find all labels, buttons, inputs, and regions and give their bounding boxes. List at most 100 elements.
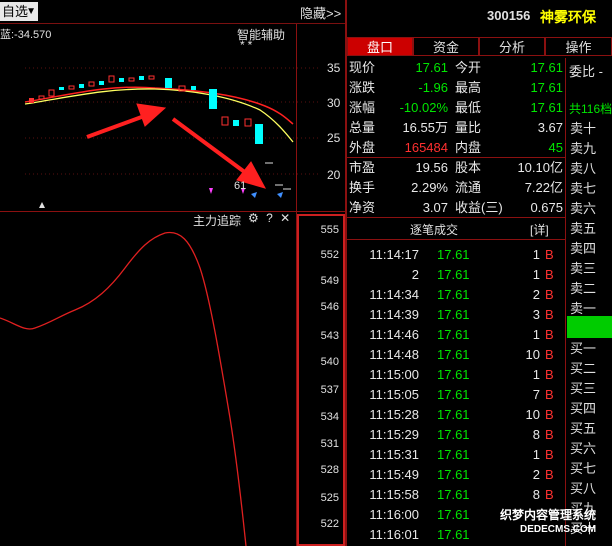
quote-label: 最低 xyxy=(455,100,482,115)
trade-row: 11:15:31 17.61 1 B xyxy=(347,445,565,465)
quote-value: 2.29% xyxy=(411,180,448,195)
marker xyxy=(39,202,45,208)
order-book-level[interactable]: 卖一 xyxy=(570,299,612,319)
sub-scale-label: 540 xyxy=(320,356,339,368)
trade-volume: 7 xyxy=(532,387,540,402)
trade-row: 11:14:17 17.61 1 B xyxy=(347,245,565,265)
trade-side: B xyxy=(545,327,554,342)
quote-label: 今开 xyxy=(455,60,482,75)
price-scale-label: 25 xyxy=(327,131,341,145)
gear-icon[interactable]: ⚙ xyxy=(248,211,259,225)
trade-volume: 8 xyxy=(532,487,540,502)
candle xyxy=(59,87,64,90)
trade-volume: 3 xyxy=(532,307,540,322)
candle xyxy=(221,116,229,126)
trade-price: 17.61 xyxy=(437,307,470,322)
order-book-level[interactable]: 买二 xyxy=(570,359,612,379)
order-book-level[interactable]: 买五 xyxy=(570,419,612,439)
order-book-level[interactable]: 卖七 xyxy=(570,179,612,199)
order-book-level[interactable]: 买八 xyxy=(570,479,612,499)
sub-scale-label: 537 xyxy=(320,384,339,396)
quote-row: 换手 2.29% 流通 7.22亿 xyxy=(349,178,563,198)
trade-row: 11:15:05 17.61 7 B xyxy=(347,385,565,405)
order-book-level[interactable] xyxy=(570,319,612,339)
trade-side: B xyxy=(545,487,554,502)
trade-row: 11:14:34 17.61 2 B xyxy=(347,285,565,305)
trades-detail-button[interactable]: [详] xyxy=(530,221,549,238)
candle xyxy=(79,84,84,88)
order-book-level[interactable]: 买七 xyxy=(570,459,612,479)
hide-button[interactable]: 隐藏>> xyxy=(300,3,341,22)
divider xyxy=(347,239,565,240)
marker xyxy=(277,192,283,198)
trade-time: 11:15:28 xyxy=(369,407,419,422)
tab-analysis[interactable]: 分析 xyxy=(479,37,545,56)
watermark-text: 织梦内容管理系统 xyxy=(500,508,597,522)
trade-price: 17.61 xyxy=(437,467,470,482)
trade-side: B xyxy=(545,367,554,382)
candle xyxy=(119,78,124,82)
panel-tabs: 盘口 资金 分析 操作 xyxy=(347,37,612,56)
quote-label: 市盈 xyxy=(349,160,376,175)
divider xyxy=(0,211,346,212)
sub-scale-label: 555 xyxy=(320,224,339,236)
sub-scale-label: 546 xyxy=(320,301,339,313)
sub-scale-label: 549 xyxy=(320,275,339,287)
quote-value: 17.61 xyxy=(530,80,563,95)
quote-label: 量比 xyxy=(455,120,482,135)
sub-panel-controls: ⚙ ? ✕ xyxy=(248,211,290,225)
order-book-level[interactable]: 卖四 xyxy=(570,239,612,259)
main-force-tracking-chart[interactable] xyxy=(0,228,296,546)
quote-row: 外盘 165484 内盘 45 xyxy=(349,138,563,158)
trade-time: 2 xyxy=(411,267,419,282)
quote-label: 现价 xyxy=(349,60,376,75)
annotation-arrows xyxy=(86,103,267,189)
trade-price: 17.61 xyxy=(437,447,470,462)
trade-time: 11:14:34 xyxy=(369,287,419,302)
order-book-level[interactable]: 卖二 xyxy=(570,279,612,299)
tab-handicap[interactable]: 盘口 xyxy=(347,37,413,56)
candle xyxy=(233,120,239,126)
trade-row: 11:15:28 17.61 10 B xyxy=(347,405,565,425)
candlestick-chart[interactable] xyxy=(0,24,346,210)
tab-operation[interactable]: 操作 xyxy=(545,37,612,56)
quote-row: 涨幅 -10.02% 最低 17.61 xyxy=(349,98,563,118)
quote-value: 3.67 xyxy=(537,120,563,135)
trade-row: 11:15:58 17.61 8 B xyxy=(347,485,565,505)
order-book-level[interactable]: 买一 xyxy=(570,339,612,359)
quote-value: 45 xyxy=(548,140,563,155)
quote-row: 总量 16.55万 量比 3.67 xyxy=(349,118,563,138)
order-book-level[interactable]: 卖五 xyxy=(570,219,612,239)
trade-time: 11:15:58 xyxy=(369,487,419,502)
trade-side: B xyxy=(545,447,554,462)
sub-panel-title: 主力追踪 xyxy=(193,214,242,228)
trade-row: 2 17.61 1 B xyxy=(347,265,565,285)
trade-side: B xyxy=(545,267,554,282)
order-book-level[interactable]: 卖九 xyxy=(570,139,612,159)
price-scale-label: 20 xyxy=(327,168,341,182)
trade-side: B xyxy=(545,467,554,482)
divider xyxy=(347,157,565,158)
help-icon[interactable]: ? xyxy=(266,211,273,225)
sub-scale-panel: 555 552 549 546 543 540 537 534 531 528 … xyxy=(297,214,345,546)
quote-label: 涨跌 xyxy=(349,80,376,95)
close-icon[interactable]: ✕ xyxy=(280,211,290,225)
order-book-level[interactable]: 卖六 xyxy=(570,199,612,219)
order-book-level[interactable]: 卖八 xyxy=(570,159,612,179)
order-book-level[interactable]: 买六 xyxy=(570,439,612,459)
candle xyxy=(68,85,75,90)
trade-price: 17.61 xyxy=(437,327,470,342)
order-book-level[interactable]: 卖十 xyxy=(570,119,612,139)
sub-scale-label: 522 xyxy=(320,518,339,530)
watchlist-select[interactable]: 自选 ▼ xyxy=(0,2,38,21)
trade-time: 11:15:31 xyxy=(369,447,419,462)
quote-value: 17.61 xyxy=(415,60,448,75)
trade-volume: 8 xyxy=(532,427,540,442)
quote-row: 现价 17.61 今开 17.61 xyxy=(349,58,563,78)
tab-funds[interactable]: 资金 xyxy=(413,37,479,56)
ma-line-yellow xyxy=(24,88,294,143)
trade-side: B xyxy=(545,427,554,442)
order-book-level[interactable]: 买四 xyxy=(570,399,612,419)
order-book-level[interactable]: 买三 xyxy=(570,379,612,399)
order-book-level[interactable]: 卖三 xyxy=(570,259,612,279)
